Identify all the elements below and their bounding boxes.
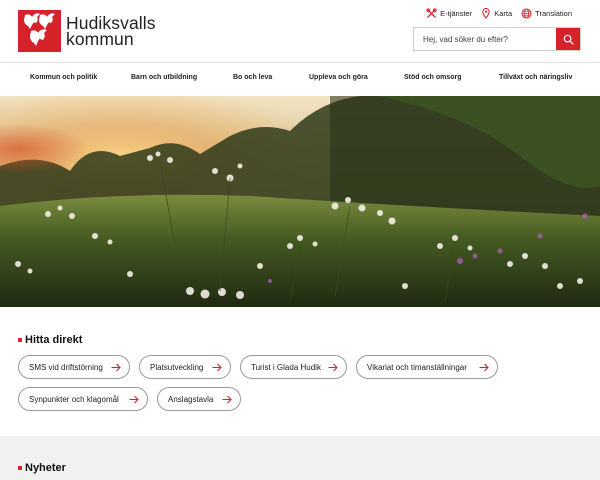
tools-icon (426, 8, 437, 18)
section-title-text: Hitta direkt (25, 334, 83, 346)
nav-item-uppleva-och-gora[interactable]: Uppleva och göra (309, 63, 368, 96)
search-button[interactable] (556, 28, 580, 50)
quick-link-label: Turist i Glada Hudik (251, 362, 321, 372)
quick-link-anslagstavla[interactable]: Anslagstavla (157, 387, 241, 411)
arrow-right-icon (212, 363, 222, 372)
search-icon (563, 34, 574, 45)
quick-links-section: Hitta direkt SMS vid driftstörning Plats… (0, 307, 600, 436)
util-link-label: E-tjänster (440, 9, 473, 18)
site-header: Hudiksvalls kommun E-tjänster Karta Tran… (0, 0, 600, 62)
quick-link-sms-vid-driftstorning[interactable]: SMS vid driftstörning (18, 355, 130, 379)
hero-image (0, 96, 600, 307)
main-nav: Kommun och politik Barn och utbildning B… (0, 62, 600, 96)
nav-item-stod-och-omsorg[interactable]: Stöd och omsorg (404, 63, 462, 96)
utility-links: E-tjänster Karta Translation (417, 8, 572, 19)
map-pin-icon (482, 8, 490, 19)
nav-item-barn-och-utbildning[interactable]: Barn och utbildning (131, 63, 197, 96)
quick-link-vikariat-och-timanstallningar[interactable]: Vikariat och timanställningar (356, 355, 498, 379)
arrow-right-icon (129, 395, 139, 404)
section-title-hitta-direkt: Hitta direkt (18, 334, 82, 346)
arrow-right-icon (222, 395, 232, 404)
arrow-right-icon (479, 363, 489, 372)
search-input[interactable] (414, 28, 556, 50)
util-link-translation[interactable]: Translation (521, 8, 572, 19)
util-link-label: Karta (494, 9, 513, 18)
quick-link-synpunkter-och-klagomal[interactable]: Synpunkter och klagomål (18, 387, 148, 411)
arrow-right-icon (111, 363, 121, 372)
globe-icon (521, 8, 532, 19)
quick-link-label: Anslagstavla (168, 394, 214, 404)
util-link-label: Translation (535, 9, 572, 18)
logo-text: Hudiksvalls kommun (66, 14, 156, 49)
util-link-e-tjanster[interactable]: E-tjänster (426, 8, 472, 19)
nav-item-tillvaxt-och-naringsliv[interactable]: Tillväxt och näringsliv (499, 63, 572, 96)
quick-link-turist-i-glada-hudik[interactable]: Turist i Glada Hudik (240, 355, 347, 379)
quick-link-label: Vikariat och timanställningar (367, 362, 467, 372)
quick-link-label: Synpunkter och klagomål (29, 394, 119, 404)
site-logo[interactable]: Hudiksvalls kommun (18, 10, 156, 52)
nav-item-bo-och-leva[interactable]: Bo och leva (233, 63, 272, 96)
quick-link-label: Platsutveckling (150, 362, 204, 372)
arrow-right-icon (328, 363, 338, 372)
section-title-nyheter: Nyheter (18, 462, 66, 474)
search-box (413, 27, 581, 51)
logo-line-2: kommun (66, 29, 134, 49)
title-bullet (18, 338, 22, 342)
util-link-karta[interactable]: Karta (481, 8, 512, 19)
nav-item-kommun-och-politik[interactable]: Kommun och politik (30, 63, 97, 96)
quick-link-label: SMS vid driftstörning (29, 362, 103, 372)
section-title-text: Nyheter (25, 462, 66, 474)
news-section: Nyheter (0, 436, 600, 480)
title-bullet (18, 466, 22, 470)
logo-goats-icon (18, 10, 61, 52)
quick-link-platsutveckling[interactable]: Platsutveckling (139, 355, 231, 379)
